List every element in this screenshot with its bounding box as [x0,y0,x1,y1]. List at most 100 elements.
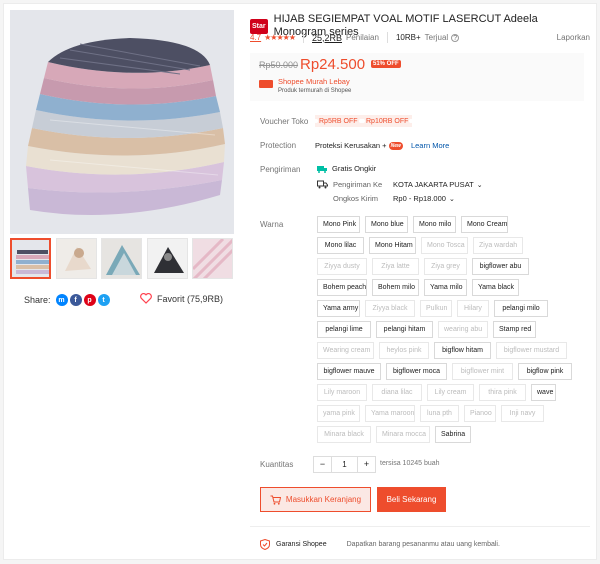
thumbnail-strip [10,238,234,280]
variant-option[interactable]: Bohem peach [317,279,367,296]
variant-option[interactable]: Stamp red [493,321,536,338]
variant-option[interactable]: Mono Pink [317,216,360,233]
share-label: Share: [24,295,51,305]
thumbnail-1[interactable] [10,238,51,279]
new-badge: New [388,142,403,151]
variant-option: thira pink [479,384,526,401]
variant-option[interactable]: Mono lilac [317,237,364,254]
pinterest-icon[interactable]: p [83,294,96,306]
chevron-down-icon: ⌄ [448,195,455,203]
promo-subtitle: Produk termurah di Shopee [278,88,352,94]
variant-option: Pulkun [420,300,452,317]
shopee-logo-icon [259,80,273,88]
protection-value: Proteksi Kerusakan + [315,141,387,150]
variant-option: Lily maroon [317,384,367,401]
shipping-label: Pengiriman [260,165,301,174]
variant-option[interactable]: wave [531,384,556,401]
product-stats: 4.7 ★★★★★ 25,2RB Penilaian 10RB+ Terjual… [250,32,590,43]
variant-option[interactable]: Yama milo [424,279,467,296]
variant-option[interactable]: bigflow hitam [434,342,491,359]
discount-badge: 51% OFF [371,60,401,68]
variant-option[interactable]: Yama army [317,300,360,317]
guarantee-description: Dapatkan barang pesananmu atau uang kemb… [346,541,500,548]
variant-option: Ziya latte [372,258,419,275]
report-link[interactable]: Laporkan [557,33,590,42]
promo-title[interactable]: Shopee Murah Lebay [278,77,350,86]
rating-stars-icon: ★★★★★ [264,33,296,42]
messenger-icon[interactable]: m [55,294,68,306]
voucher-label: Voucher Toko [260,117,309,126]
thumbnail-3[interactable] [101,238,142,279]
add-to-cart-button[interactable]: Masukkan Keranjang [260,487,371,512]
variant-option: Ziya wardah [473,237,523,254]
ship-cost-label: Ongkos Kirim [333,194,379,203]
variant-option[interactable]: bigflower moca [386,363,447,380]
variant-option[interactable]: pelangi milo [494,300,548,317]
variant-option: bigflower mustard [496,342,567,359]
variant-option[interactable]: pelangi hitam [376,321,433,338]
original-price: Rp50.000 [259,60,299,70]
thumbnail-2[interactable] [56,238,97,279]
variant-option[interactable]: Mono Hitam [369,237,416,254]
quantity-label: Kuantitas [260,460,294,469]
favorite-label: Favorit (75,9RB) [157,293,224,304]
sold-label: Terjual [424,33,449,42]
cart-icon [270,495,281,505]
ratings-label: Penilaian [346,33,379,42]
add-to-cart-label: Masukkan Keranjang [285,495,362,504]
variant-option: Inji navy [501,405,544,422]
heart-icon [140,293,152,304]
variant-option[interactable]: Mono milo [413,216,456,233]
chevron-down-icon: ⌄ [476,181,483,189]
variant-option: yama pink [317,405,360,422]
rating-value[interactable]: 4.7 [250,33,261,42]
voucher-2[interactable]: Rp10RB OFF [360,115,414,127]
twitter-icon[interactable]: t [97,294,110,306]
variant-option: Mono Tosca [421,237,468,254]
variant-label: Warna [260,220,284,229]
variant-option[interactable]: bigflower mauve [317,363,381,380]
ship-cost-value: Rp0 - Rp18.000 [393,194,446,203]
variant-option[interactable]: Mono blue [365,216,408,233]
learn-more-link[interactable]: Learn More [411,141,449,150]
variant-option: Wearing cream [317,342,374,359]
quantity-plus-button[interactable]: + [358,457,375,472]
variant-option[interactable]: bigflower abu [472,258,529,275]
variant-option[interactable]: Sabrina [435,426,471,443]
ship-cost-select[interactable]: Rp0 - Rp18.000 ⌄ [393,194,455,203]
protection-label: Protection [260,141,297,150]
favorite-button[interactable]: Favorit (75,9RB) [140,293,223,304]
ship-to-select[interactable]: KOTA JAKARTA PUSAT ⌄ [393,180,483,189]
variant-option[interactable]: Yama black [472,279,519,296]
thumbnail-5[interactable] [192,238,233,279]
product-main-image[interactable] [10,10,234,234]
free-shipping: Gratis Ongkir [317,164,376,173]
current-price: Rp24.500 [300,56,366,73]
quantity-minus-button[interactable]: − [314,457,331,472]
price-section: Rp50.000 Rp24.500 51% OFF Shopee Murah L… [250,53,584,101]
guarantee-row: Garansi Shopee Dapatkan barang pesananmu… [260,539,500,550]
shield-icon [260,539,270,550]
variant-option[interactable]: bigflow pink [518,363,572,380]
share-row: Share: m f p t [24,294,110,306]
variant-option[interactable]: Mono Cream [461,216,508,233]
buy-now-button[interactable]: Beli Sekarang [377,487,446,512]
variant-option[interactable]: pelangi lime [317,321,371,338]
variant-option[interactable]: Bohem milo [372,279,419,296]
thumbnail-4[interactable] [147,238,188,279]
protection-row: Proteksi Kerusakan + New Learn More [315,141,449,151]
variant-option: luna pth [420,405,459,422]
truck-icon [317,180,328,189]
variant-option: Ziyya black [365,300,415,317]
ship-to-value: KOTA JAKARTA PUSAT [393,180,474,189]
variant-option: Lily cream [427,384,474,401]
facebook-icon[interactable]: f [69,294,82,306]
quantity-input[interactable]: 1 [331,457,358,472]
help-icon[interactable]: ? [451,33,460,42]
variant-option: wearing abu [438,321,488,338]
variant-option: Pianoo [464,405,496,422]
voucher-1[interactable]: Rp5RB OFF [314,115,363,127]
variant-option: Hilary [457,300,489,317]
variant-option: heylos pink [379,342,429,359]
ratings-count[interactable]: 25,2RB [312,33,342,43]
